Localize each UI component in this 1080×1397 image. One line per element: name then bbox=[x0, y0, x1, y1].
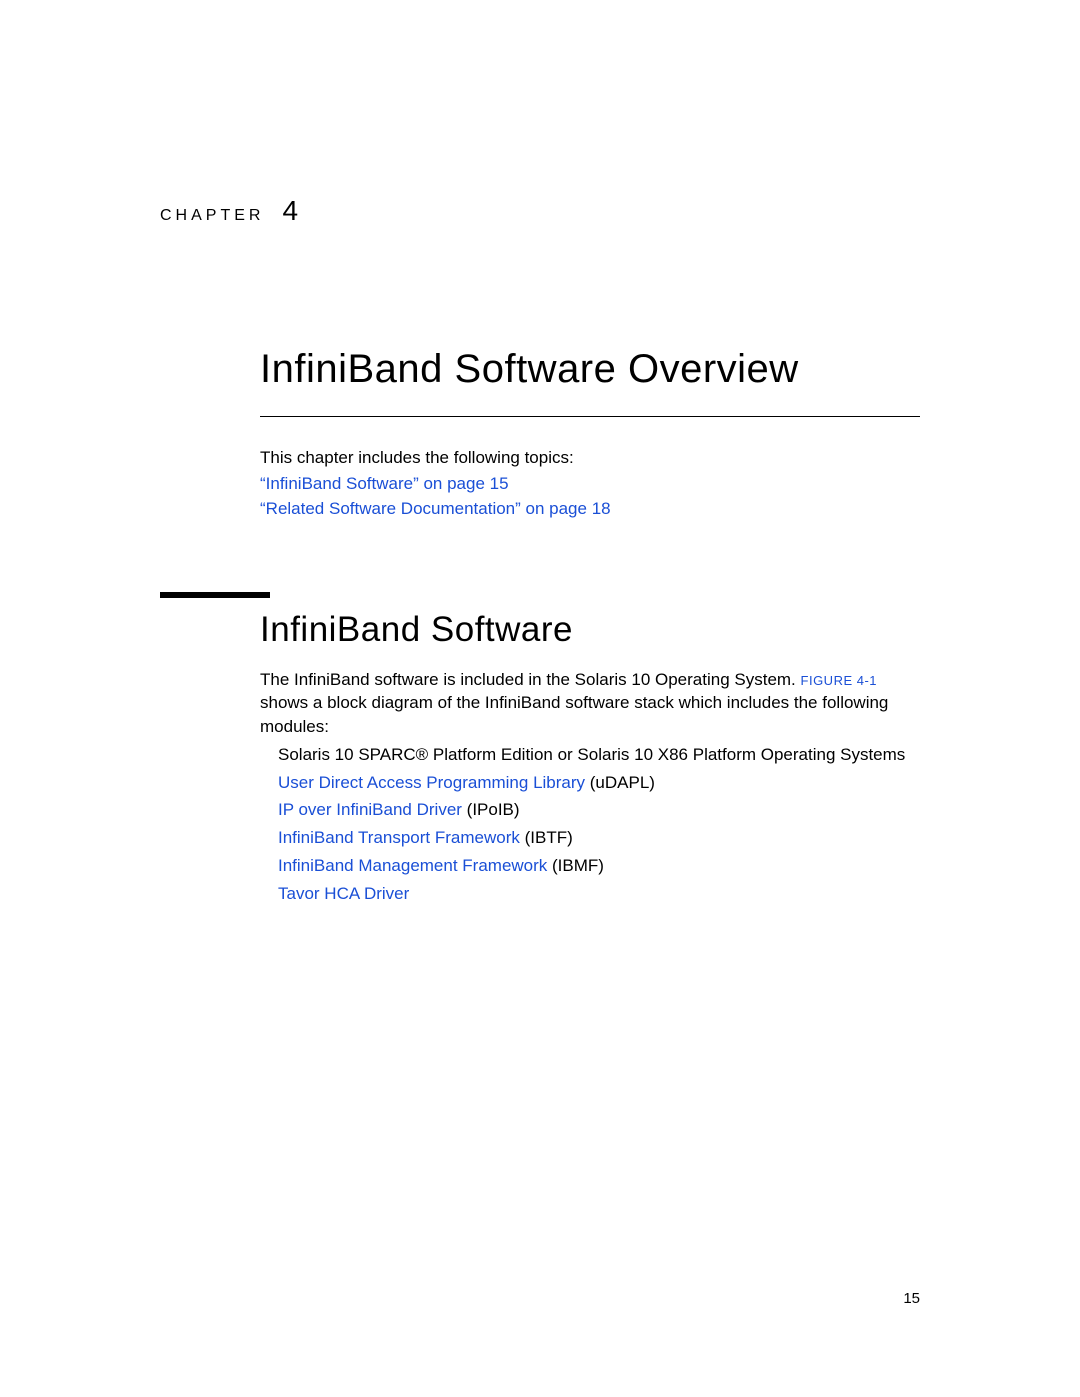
toc-link-related-documentation[interactable]: “Related Software Documentation” on page… bbox=[260, 496, 920, 522]
link-ipoib[interactable]: IP over InfiniBand Driver bbox=[278, 800, 462, 819]
link-udapl[interactable]: User Direct Access Programming Library bbox=[278, 773, 585, 792]
p1-tail: shows a block diagram of the InfiniBand … bbox=[260, 693, 888, 736]
intro-lead: This chapter includes the following topi… bbox=[260, 445, 920, 471]
tail-ibtf: (IBTF) bbox=[520, 828, 573, 847]
section-infiniband-software: InfiniBand Software The InfiniBand softw… bbox=[160, 592, 920, 906]
link-ibmf[interactable]: InfiniBand Management Framework bbox=[278, 856, 547, 875]
module-udapl: User Direct Access Programming Library (… bbox=[278, 771, 920, 795]
section-heading: InfiniBand Software bbox=[260, 610, 920, 650]
module-ibmf: InfiniBand Management Framework (IBMF) bbox=[278, 854, 920, 878]
module-list: Solaris 10 SPARC® Platform Edition or So… bbox=[278, 743, 920, 906]
tail-ibmf: (IBMF) bbox=[547, 856, 604, 875]
page: CHAPTER 4 InfiniBand Software Overview T… bbox=[0, 0, 1080, 1397]
module-ipoib: IP over InfiniBand Driver (IPoIB) bbox=[278, 798, 920, 822]
figure-ref-4-1[interactable]: FIGURE 4-1 bbox=[801, 673, 878, 688]
section-body: The InfiniBand software is included in t… bbox=[260, 668, 920, 906]
link-tavor[interactable]: Tavor HCA Driver bbox=[278, 884, 409, 903]
module-tavor: Tavor HCA Driver bbox=[278, 882, 920, 906]
intro-block: This chapter includes the following topi… bbox=[260, 445, 920, 522]
tail-ipoib: (IPoIB) bbox=[462, 800, 520, 819]
module-ibtf: InfiniBand Transport Framework (IBTF) bbox=[278, 826, 920, 850]
paragraph-intro: The InfiniBand software is included in t… bbox=[260, 668, 920, 739]
page-title: InfiniBand Software Overview bbox=[260, 347, 920, 417]
link-ibtf[interactable]: InfiniBand Transport Framework bbox=[278, 828, 520, 847]
section-rule bbox=[160, 592, 270, 598]
toc-link-infiniband-software[interactable]: “InfiniBand Software” on page 15 bbox=[260, 471, 920, 497]
chapter-line: CHAPTER 4 bbox=[160, 195, 920, 227]
p1-lead: The InfiniBand software is included in t… bbox=[260, 670, 801, 689]
page-number: 15 bbox=[903, 1290, 920, 1307]
chapter-number: 4 bbox=[282, 195, 298, 227]
tail-udapl: (uDAPL) bbox=[585, 773, 655, 792]
chapter-label: CHAPTER bbox=[160, 207, 264, 225]
module-os: Solaris 10 SPARC® Platform Edition or So… bbox=[278, 743, 920, 767]
